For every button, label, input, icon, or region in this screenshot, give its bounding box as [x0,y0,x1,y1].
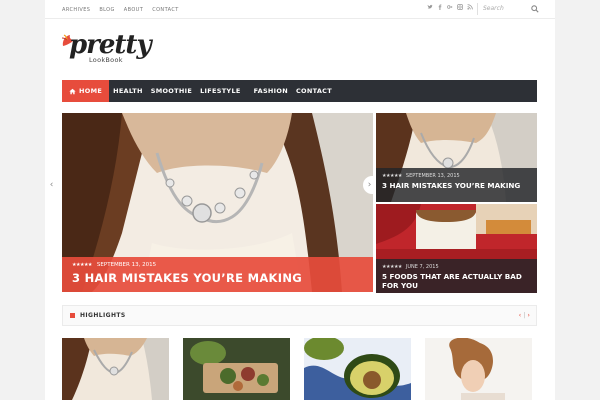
chevron-left-icon: ‹ [49,180,54,190]
side-post-1-date: SEPTEMBER 13, 2015 [405,173,460,179]
nav-label-health: HEALTH [113,87,143,95]
chevron-right-icon: › [367,180,372,190]
highlight-thumb-1[interactable] [62,338,169,400]
side-post-2-stars: ★★★★★ [382,264,402,270]
top-links: ARCHIVES BLOG ABOUT CONTACT [62,0,179,19]
side-post-1-title[interactable]: 3 HAIR MISTAKES YOU’RE MAKING [382,181,532,190]
highlights-header: HIGHLIGHTS ‹ | › [62,305,537,326]
featured-date: SEPTEMBER 13, 2015 [96,262,157,268]
nav-item-smoothie[interactable]: SMOOTHIE [147,80,196,102]
highlights-title: HIGHLIGHTS [80,312,126,319]
side-post-1-caption: ★★★★★ SEPTEMBER 13, 2015 3 HAIR MISTAKES… [376,168,537,202]
nav-label-contact: CONTACT [295,87,332,95]
nav-item-fashion[interactable]: FASHION [245,80,292,102]
twitter-icon[interactable] [427,4,433,10]
featured-meta: ★★★★★ SEPTEMBER 13, 2015 [72,262,156,268]
search-icon[interactable] [531,5,539,13]
highlight-thumb-3-image [304,338,411,400]
slider-prev-button[interactable]: ‹ [45,176,58,194]
nav-label-home: HOME [79,87,103,95]
highlights-next-button[interactable]: › [527,311,530,319]
social-icons [427,4,473,10]
highlight-thumb-3[interactable] [304,338,411,400]
highlight-thumb-4-image [425,338,532,400]
side-post-2-meta: ★★★★★ JUNE 7, 2015 [382,264,439,270]
page-frame: ARCHIVES BLOG ABOUT CONTACT Search prett… [45,0,555,400]
featured-rating-stars: ★★★★★ [72,262,92,268]
main-nav: HOME HEALTH SMOOTHIE LIFESTYLE FASHION C… [62,80,537,102]
nav-label-lifestyle: LIFESTYLE [200,87,241,95]
highlights-pause-button[interactable]: | [523,311,525,319]
side-post-1-stars: ★★★★★ [382,173,402,179]
instagram-icon[interactable] [457,4,463,10]
nav-item-lifestyle[interactable]: LIFESTYLE [196,80,245,102]
highlights-prev-button[interactable]: ‹ [519,311,522,319]
side-post-2-caption: ★★★★★ JUNE 7, 2015 5 FOODS THAT ARE ACTU… [376,259,537,293]
top-link-about[interactable]: ABOUT [124,7,143,13]
top-link-contact[interactable]: CONTACT [152,7,179,13]
nav-item-health[interactable]: HEALTH [109,80,147,102]
slider-next-button[interactable]: › [363,176,376,194]
nav-label-smoothie: SMOOTHIE [150,87,193,95]
side-post-2[interactable]: ★★★★★ JUNE 7, 2015 5 FOODS THAT ARE ACTU… [376,204,537,293]
featured-slide[interactable]: ★★★★★ SEPTEMBER 13, 2015 3 HAIR MISTAKES… [62,113,373,292]
top-link-blog[interactable]: BLOG [99,7,114,13]
highlight-thumb-2-image [183,338,290,400]
highlights-controls: ‹ | › [519,311,530,319]
nav-label-fashion: FASHION [253,87,288,95]
nav-item-home[interactable]: HOME [62,80,110,102]
highlights-marker [70,313,75,318]
logo-subtitle: LookBook [89,56,123,64]
highlight-thumb-4[interactable] [425,338,532,400]
search-input[interactable]: Search [483,5,504,12]
side-post-1[interactable]: ★★★★★ SEPTEMBER 13, 2015 3 HAIR MISTAKES… [376,113,537,202]
featured-caption: ★★★★★ SEPTEMBER 13, 2015 3 HAIR MISTAKES… [62,257,373,292]
highlight-thumb-2[interactable] [183,338,290,400]
top-link-archives[interactable]: ARCHIVES [62,7,90,13]
featured-title[interactable]: 3 HAIR MISTAKES YOU’RE MAKING [72,271,302,285]
site-logo[interactable]: pretty LookBook [61,30,161,70]
rss-icon[interactable] [467,4,473,10]
side-post-1-meta: ★★★★★ SEPTEMBER 13, 2015 [382,173,460,179]
search-box[interactable]: Search [477,3,541,15]
nav-item-contact[interactable]: CONTACT [292,80,336,102]
facebook-icon[interactable] [437,4,443,10]
top-bar: ARCHIVES BLOG ABOUT CONTACT Search [45,0,555,19]
home-icon [69,88,76,94]
highlight-thumb-1-image [62,338,169,400]
side-post-2-title[interactable]: 5 FOODS THAT ARE ACTUALLY BAD FOR YOU [382,272,532,290]
side-post-2-date: JUNE 7, 2015 [405,264,439,270]
google-plus-icon[interactable] [447,4,453,10]
